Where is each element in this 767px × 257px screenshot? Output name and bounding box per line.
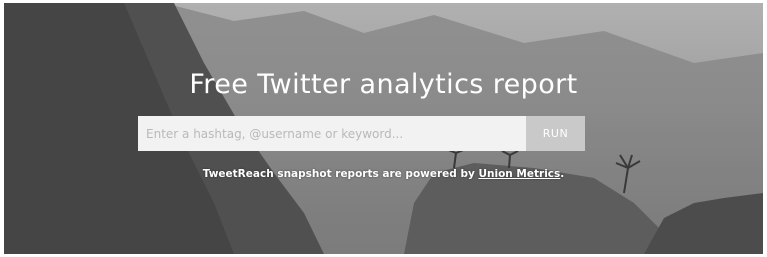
union-metrics-link[interactable]: Union Metrics bbox=[478, 168, 560, 180]
caption-prefix: TweetReach snapshot reports are powered … bbox=[202, 168, 479, 180]
page-title: Free Twitter analytics report bbox=[189, 69, 578, 100]
caption-suffix: . bbox=[560, 168, 565, 180]
powered-by-caption: TweetReach snapshot reports are powered … bbox=[4, 168, 763, 180]
run-button[interactable]: RUN bbox=[526, 116, 585, 151]
hero-banner: Free Twitter analytics report RUN TweetR… bbox=[4, 3, 763, 254]
search-input[interactable] bbox=[138, 116, 526, 151]
